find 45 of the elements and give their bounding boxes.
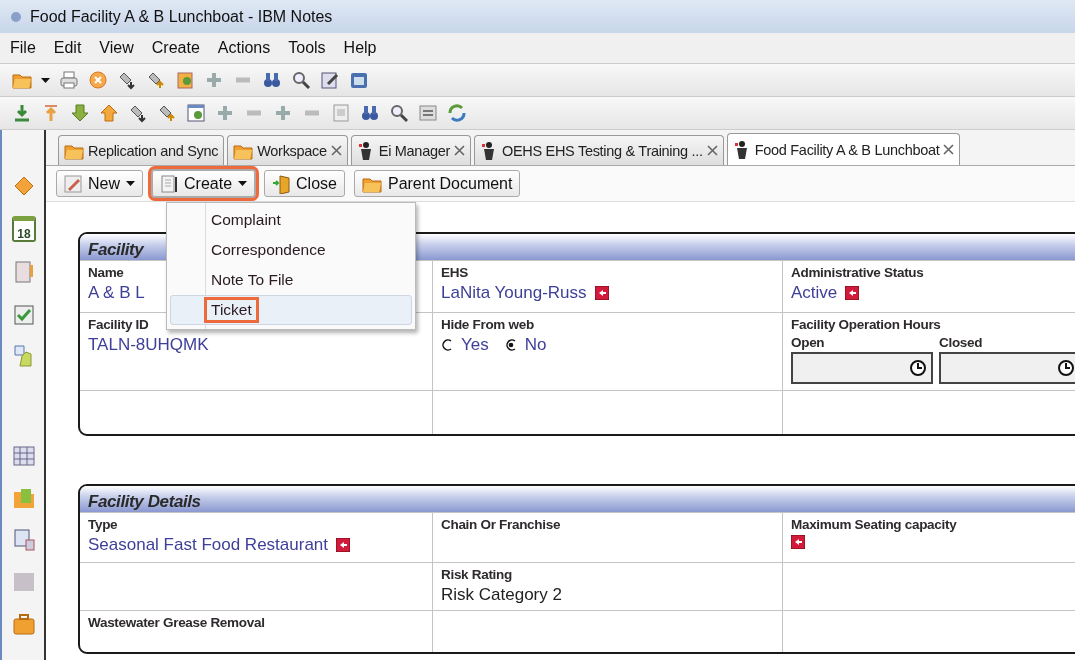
menu-item[interactable]: Actions [209,37,279,59]
action-button[interactable]: Parent Document [353,170,521,197]
field-label: Hide From web [441,317,534,333]
action-button[interactable]: Close [264,170,345,197]
menu-item[interactable]: Tools [280,37,334,59]
menu-item[interactable]: Correspondence [170,235,412,265]
field-value: Risk Category 2 [441,585,562,605]
menu-item[interactable]: View [91,37,142,59]
field-value: LaNita Young-Russ [441,283,587,303]
field-label: Closed [939,335,983,351]
tab[interactable]: Ei Manager [350,135,471,165]
tab[interactable]: OEHS EHS Testing & Training ... [473,135,724,165]
tab[interactable]: Food Facility A & B Lunchboat [726,133,961,165]
field-label: Risk Rating [441,567,512,583]
field-label: EHS [441,265,468,281]
calendar-icon[interactable]: 18 [12,216,36,242]
field-label: Name [88,265,124,281]
field-label: Facility ID [88,317,149,333]
menu-item[interactable]: Create [143,37,208,59]
window-title: Food Facility A & B Lunchboat - IBM Notes [30,7,333,26]
tab[interactable]: Replication and Sync [58,135,225,165]
menu-item[interactable]: Note To File [170,265,412,295]
menu-item[interactable]: Complaint [170,205,412,235]
action-button[interactable]: New [56,170,143,197]
field-label: Maximum Seating capacity [791,517,957,533]
field-value: TALN-8UHQMK [88,335,209,355]
tab[interactable]: Workspace [227,135,348,165]
field-label: Facility Operation Hours [791,317,941,333]
field-label: Type [88,517,118,533]
field-label: Wastewater Grease Removal [88,615,265,631]
menu-item[interactable]: File [2,37,44,59]
section-title: Facility Details [88,492,201,512]
calendar-day: 18 [17,228,31,240]
field-label: Chain Or Franchise [441,517,561,533]
field-label: Administrative Status [791,265,924,281]
menu-item[interactable]: Ticket [170,295,412,325]
radio-option[interactable]: Yes [441,335,489,355]
field-value: A & B L [88,283,145,303]
field-value: Active [791,283,838,303]
field-value: Seasonal Fast Food Restaurant [88,535,329,555]
menu-item[interactable]: Help [335,37,385,59]
menu-item[interactable]: Edit [45,37,90,59]
radio-option[interactable]: No [504,335,547,355]
section-title: Facility [88,240,144,260]
field-label: Open [791,335,825,351]
